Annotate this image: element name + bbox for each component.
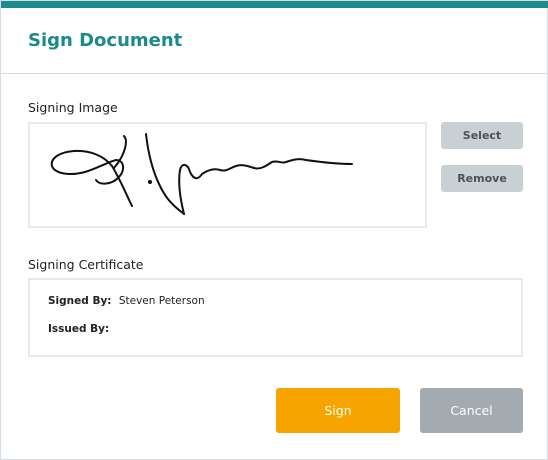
top-accent-bar bbox=[1, 1, 548, 8]
dialog-header: Sign Document bbox=[1, 8, 548, 74]
sign-button[interactable]: Sign bbox=[276, 388, 400, 433]
signed-by-row: Signed By: Steven Peterson bbox=[48, 295, 205, 307]
sign-document-dialog: Sign Document Signing Image Select Remov… bbox=[0, 0, 548, 460]
issued-by-label: Issued By: bbox=[48, 323, 110, 335]
signature-image-box[interactable] bbox=[28, 122, 427, 228]
dialog-title: Sign Document bbox=[28, 30, 183, 51]
certificate-info-box: Signed By: Steven Peterson Issued By: bbox=[28, 278, 523, 357]
cancel-button[interactable]: Cancel bbox=[420, 388, 523, 433]
remove-image-button[interactable]: Remove bbox=[441, 165, 523, 192]
select-image-button[interactable]: Select bbox=[441, 122, 523, 149]
signature-image bbox=[50, 133, 353, 215]
issued-by-row: Issued By: bbox=[48, 323, 113, 335]
signing-certificate-label: Signing Certificate bbox=[28, 257, 144, 272]
signing-image-label: Signing Image bbox=[28, 100, 118, 115]
signed-by-value: Steven Peterson bbox=[118, 295, 205, 307]
signed-by-label: Signed By: bbox=[48, 295, 112, 307]
